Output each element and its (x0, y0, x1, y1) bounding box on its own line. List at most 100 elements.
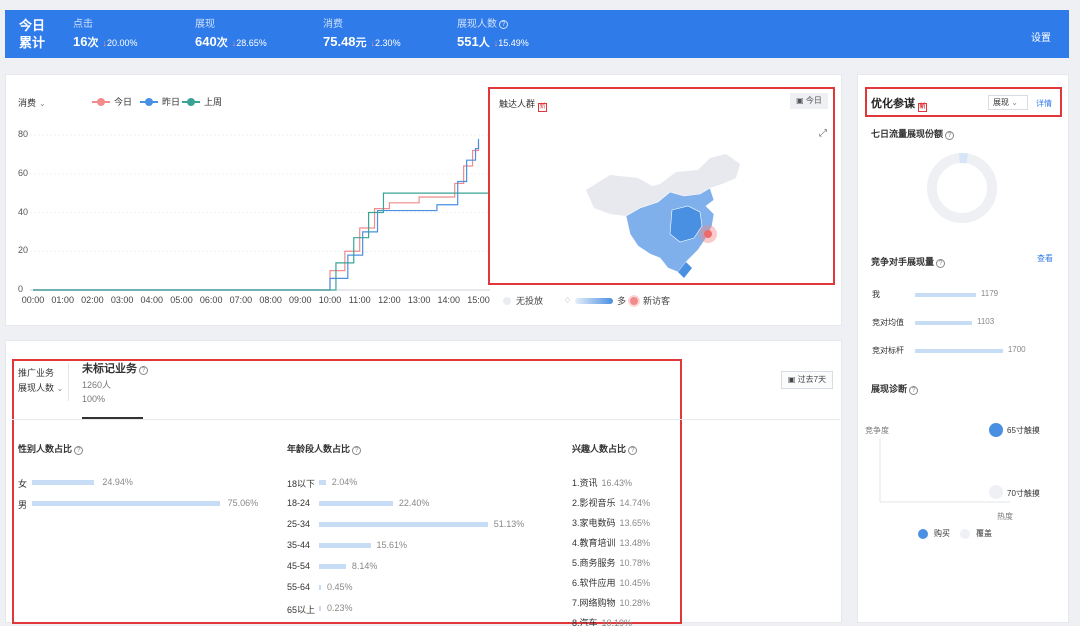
tag-icon: 新 (918, 103, 927, 112)
new-visitor-dot (704, 230, 712, 238)
metric-select[interactable]: 消费 ⌄ (18, 96, 46, 109)
interest-row: 5.商务服务 10.78% (572, 556, 650, 569)
chevron-down-icon: ⌄ (39, 99, 46, 108)
competitor-label: 竞对标杆 (872, 346, 904, 355)
age-row: 18以下 2.04% (287, 477, 547, 489)
stat-spend: 消费 75.48元 ↓2.30% (323, 19, 401, 49)
map-legend-density: ♢ 多 (564, 296, 627, 306)
optimize-title: 优化参谋新 (871, 98, 927, 112)
interest-row: 2.影视音乐 14.74% (572, 496, 650, 509)
interest-percent: 16.43% (601, 478, 633, 488)
x-tick-label: 15:00 (467, 295, 490, 305)
bubble-65 (989, 423, 1003, 437)
help-icon[interactable]: ? (352, 446, 362, 455)
stat-impressions: 展现 640次 ↓28.65% (195, 19, 267, 49)
legend-last-week[interactable]: 上周 (182, 95, 222, 108)
share-title: 七日流量展现份额? (871, 127, 955, 140)
interest-label: 2.影视音乐 (572, 498, 616, 508)
age-label: 55-64 (287, 582, 311, 592)
business-count: 1260人 (82, 380, 112, 390)
business-type-select[interactable]: 推广业务 展现人数 ⌄ (18, 366, 63, 396)
series-line-2 (33, 192, 490, 291)
x-tick-label: 13:00 (407, 295, 431, 305)
map-date-button[interactable]: ▣ 今日 (790, 93, 828, 109)
chevron-down-icon: ⌄ (56, 384, 64, 393)
y-tick-label: 20 (18, 245, 29, 256)
summary-title: 今日 累计 (19, 18, 46, 50)
divider (12, 419, 840, 420)
bubble-label-70: 70寸触摸 (1007, 489, 1040, 498)
age-row: 25-34 51.13% (287, 519, 547, 530)
age-percent: 51.13% (493, 519, 525, 529)
interest-row: 1.资讯 16.43% (572, 476, 632, 489)
legend-cover: 覆盖 (960, 528, 992, 539)
help-icon[interactable]: ? (936, 259, 946, 268)
age-row: 18-24 22.40% (287, 498, 547, 509)
calendar-icon: ▣ (787, 375, 796, 384)
competitor-value: 1179 (980, 289, 999, 298)
age-row: 65以上 0.23% (287, 603, 547, 615)
age-row: 35-44 15.61% (287, 540, 547, 551)
interest-label: 6.软件应用 (572, 578, 616, 588)
interest-row: 4.教育培训 13.48% (572, 536, 650, 549)
help-icon[interactable]: ? (139, 366, 148, 375)
competitor-bar (915, 293, 976, 297)
gender-row: 男 75.06% (18, 498, 278, 510)
optimize-metric-select[interactable]: 展现 ⌄ (988, 95, 1028, 110)
x-tick-label: 11:00 (348, 295, 371, 305)
interest-percent: 10.78% (619, 558, 651, 568)
legend-today[interactable]: 今日 (92, 95, 132, 108)
interest-row: 3.家电数码 13.65% (572, 516, 650, 529)
help-icon[interactable]: ? (499, 20, 508, 29)
gender-bar (32, 501, 220, 506)
competitor-title: 竞争对手展现量? (871, 255, 946, 268)
x-tick-label: 12:00 (378, 295, 401, 305)
legend-yesterday[interactable]: 昨日 (140, 95, 180, 108)
age-bar (319, 585, 321, 590)
x-tick-label: 08:00 (259, 295, 282, 305)
interest-label: 5.商务服务 (572, 558, 616, 568)
age-percent: 0.23% (327, 603, 353, 613)
gender-label: 男 (18, 500, 28, 510)
help-icon[interactable]: ? (628, 446, 638, 455)
age-label: 18以下 (287, 479, 316, 489)
interest-percent: 10.45% (619, 578, 651, 588)
chevron-down-icon: ⌄ (1011, 98, 1018, 107)
competitor-view-link[interactable]: 查看 (1037, 253, 1053, 264)
stat-reach: 展现人数? 551人 ↓15.49% (457, 19, 529, 49)
help-icon[interactable]: ? (945, 131, 955, 140)
age-percent: 22.40% (398, 498, 430, 508)
age-row: 45-54 8.14% (287, 561, 547, 572)
interest-row: 7.网络购物 10.28% (572, 596, 650, 609)
age-bar (319, 522, 488, 527)
x-tick-label: 09:00 (289, 295, 312, 305)
business-tab[interactable]: 未标记业务? (82, 360, 148, 376)
interest-percent: 13.65% (619, 518, 651, 528)
x-tick-label: 14:00 (437, 295, 461, 305)
x-tick-label: 06:00 (199, 295, 223, 305)
detail-link[interactable]: 详情 (1036, 98, 1052, 109)
series-line-0 (33, 142, 480, 291)
age-label: 18-24 (287, 498, 311, 508)
age-bar (319, 564, 346, 569)
business-percent: 100% (82, 394, 106, 404)
interest-label: 4.教育培训 (572, 538, 616, 548)
expand-icon[interactable]: ⤢ (819, 128, 827, 139)
y-tick-label: 40 (18, 206, 29, 217)
age-label: 25-34 (287, 519, 311, 529)
x-tick-label: 03:00 (110, 295, 134, 305)
age-percent: 0.45% (327, 582, 353, 592)
y-tick-label: 80 (18, 129, 29, 139)
competitor-bar (915, 321, 972, 325)
age-bar (319, 606, 321, 611)
range-button[interactable]: ▣ 过去7天 (781, 371, 833, 389)
settings-link[interactable]: 设置 (1031, 29, 1051, 44)
help-icon[interactable]: ? (909, 386, 919, 395)
bubble-label-65: 65寸触摸 (1007, 426, 1040, 435)
help-icon[interactable]: ? (74, 446, 84, 455)
calendar-icon: ▣ (796, 96, 804, 105)
x-tick-label: 07:00 (229, 295, 253, 305)
bubble-70 (989, 485, 1003, 499)
series-line-1 (33, 138, 480, 291)
age-title: 年龄段人数占比? (287, 442, 362, 455)
